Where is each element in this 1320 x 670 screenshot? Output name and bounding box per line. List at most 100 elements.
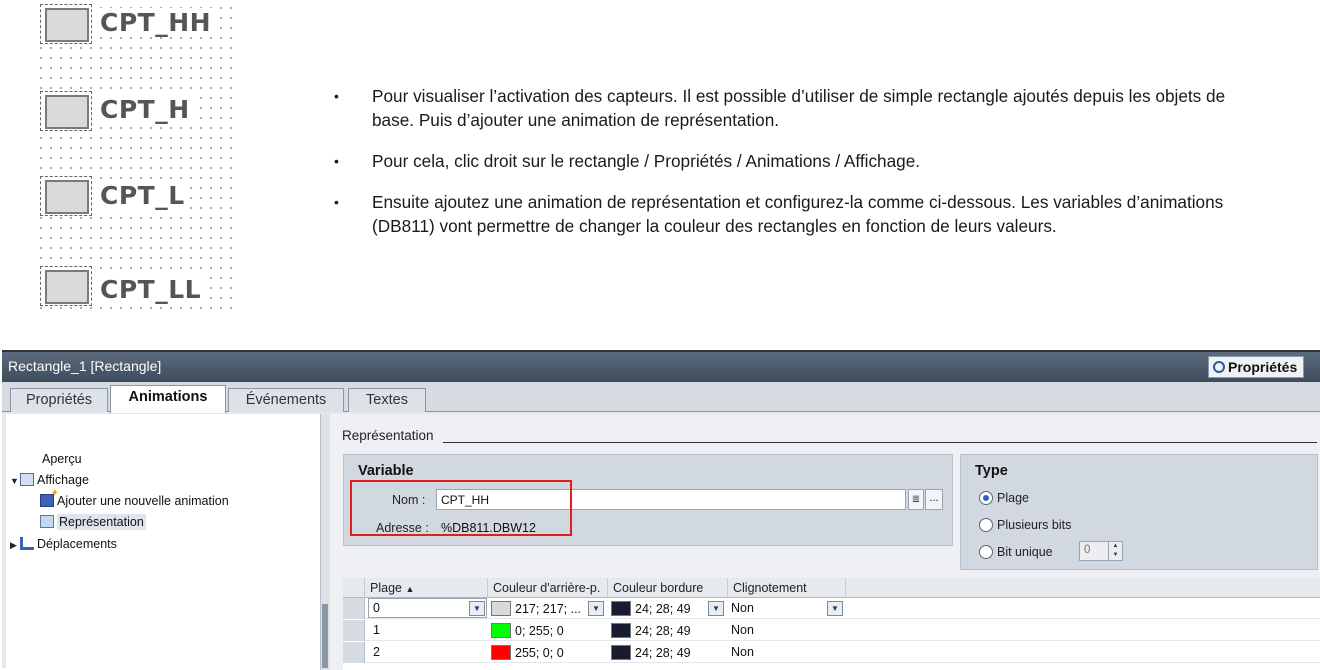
type-group: Type Plage Plusieurs bits Bit unique 0 ▲…: [960, 454, 1318, 570]
border-color-text: 24; 28; 49: [635, 624, 691, 638]
tree-item-representation[interactable]: Représentation: [40, 514, 146, 530]
highlight-frame: [350, 480, 572, 536]
sensor-rect-ll[interactable]: [40, 266, 92, 306]
header-gutter: [343, 578, 365, 598]
header-label: Plage: [370, 581, 402, 595]
display-icon: [20, 473, 34, 486]
panel-splitter[interactable]: [320, 414, 330, 670]
tree-label: Représentation: [57, 514, 146, 530]
instruction-text: Ensuite ajoutez une animation de représe…: [372, 192, 1224, 236]
stepper-arrows-icon[interactable]: ▲ ▼: [1108, 542, 1122, 560]
tree-label: Ajouter une nouvelle animation: [57, 494, 229, 508]
bg-color-text: 217; 217; ...: [515, 602, 582, 616]
cell-border-color: 24; 28; 49: [606, 598, 696, 619]
border-color-swatch: [611, 623, 631, 638]
border-color-text: 24; 28; 49: [635, 602, 691, 616]
bg-color-swatch: [491, 623, 511, 638]
header-border-color[interactable]: Couleur bordure: [608, 578, 728, 598]
section-divider: [443, 442, 1317, 443]
properties-button-label: Propriétés: [1228, 359, 1298, 375]
dropdown-arrow-icon[interactable]: ▼: [588, 601, 604, 616]
radio-icon: [979, 518, 993, 532]
tree-label: Aperçu: [42, 452, 82, 466]
border-color-swatch: [611, 601, 631, 616]
bullet-dot: •: [334, 194, 339, 210]
sensor-square: [45, 8, 89, 42]
radio-plusieurs-bits[interactable]: Plusieurs bits: [979, 518, 1071, 532]
cell-plage: 2: [373, 645, 380, 659]
tree-label: Affichage: [37, 473, 89, 487]
radio-bit-unique[interactable]: Bit unique: [979, 545, 1053, 559]
instruction-list: • Pour visualiser l’activation des capteu…: [330, 84, 1230, 255]
border-color-swatch: [611, 645, 631, 660]
tree-item-deplacements[interactable]: ▶ Déplacements: [10, 537, 117, 551]
tab-textes[interactable]: Textes: [348, 388, 426, 412]
expand-down-icon[interactable]: ▼: [10, 476, 20, 486]
dropdown-arrow-icon[interactable]: ▼: [708, 601, 724, 616]
cell-blink: Non: [731, 623, 754, 637]
sensor-square: [45, 180, 89, 214]
properties-panel: Rectangle_1 [Rectangle] Propriétés Propr…: [2, 350, 1320, 670]
panel-titlebar: Rectangle_1 [Rectangle] Propriétés: [2, 352, 1320, 382]
tab-proprietes[interactable]: Propriétés: [10, 388, 108, 412]
browse-variable-button[interactable]: ...: [925, 489, 943, 510]
row-gutter[interactable]: [343, 642, 365, 663]
header-blink[interactable]: Clignotement: [728, 578, 846, 598]
radio-label: Plage: [997, 491, 1029, 505]
cell-bg-color: 255; 0; 0: [486, 642, 569, 663]
border-color-text: 24; 28; 49: [635, 646, 691, 660]
dropdown-arrow-icon[interactable]: ▼: [469, 601, 485, 616]
sensor-label-ll: CPT_LL: [98, 275, 204, 304]
variable-title: Variable: [358, 463, 414, 479]
header-plage[interactable]: Plage ▲: [365, 578, 488, 598]
sensor-label-h: CPT_H: [98, 95, 192, 124]
tree-item-ajouter[interactable]: Ajouter une nouvelle animation: [40, 488, 229, 508]
table-row[interactable]: 0 ▼ 217; 217; ... ▼ 24; 28; 49 ▼ Non ▼: [343, 598, 1320, 619]
bit-number-value: 0: [1084, 544, 1091, 556]
sensor-rect-l[interactable]: [40, 176, 92, 216]
movement-icon: [20, 537, 34, 550]
tab-animations[interactable]: Animations: [110, 385, 226, 413]
row-gutter[interactable]: [343, 598, 365, 619]
sensor-square: [45, 95, 89, 129]
sensor-rect-h[interactable]: [40, 91, 92, 131]
bg-color-text: 255; 0; 0: [515, 646, 564, 660]
range-table: Plage ▲ Couleur d'arrière-p. Couleur bor…: [343, 578, 1320, 670]
cell-border-color: 24; 28; 49: [606, 620, 696, 641]
cell-plage: 1: [373, 623, 380, 637]
section-title: Représentation: [342, 428, 434, 443]
tab-strip: Propriétés Animations Événements Textes: [2, 382, 1320, 413]
tree-label: Déplacements: [37, 537, 117, 551]
bit-number-stepper[interactable]: 0 ▲ ▼: [1079, 541, 1123, 561]
expand-right-icon[interactable]: ▶: [10, 540, 20, 551]
instruction-item: • Ensuite ajoutez une animation de représ…: [330, 190, 1230, 238]
radio-icon: [979, 545, 993, 559]
instruction-item: • Pour cela, clic droit sur le rectangle …: [330, 149, 1230, 173]
tree-item-affichage[interactable]: ▼ Affichage: [10, 473, 89, 487]
table-row[interactable]: 2 255; 0; 0 24; 28; 49 Non: [343, 642, 1320, 663]
cell-bg-color: 217; 217; ...: [486, 598, 586, 619]
variable-list-icon[interactable]: ≣: [908, 489, 924, 510]
table-row[interactable]: 1 0; 255; 0 24; 28; 49 Non: [343, 620, 1320, 641]
header-bg-color[interactable]: Couleur d'arrière-p.: [488, 578, 608, 598]
representation-content: Représentation Variable Nom : CPT_HH ≣ .…: [330, 414, 1320, 670]
row-gutter[interactable]: [343, 620, 365, 641]
tab-evenements[interactable]: Événements: [228, 388, 344, 412]
cell-border-color: 24; 28; 49: [606, 642, 696, 663]
bg-color-text: 0; 255; 0: [515, 624, 564, 638]
cell-blink: Non: [731, 601, 754, 615]
radio-plage[interactable]: Plage: [979, 491, 1029, 505]
representation-icon: [40, 515, 54, 528]
radio-label: Plusieurs bits: [997, 518, 1072, 532]
tree-item-apercu[interactable]: Aperçu: [42, 452, 82, 466]
bullet-dot: •: [334, 153, 339, 169]
cell-bg-color: 0; 255; 0: [486, 620, 569, 641]
splitter-scrollbar[interactable]: [322, 604, 328, 668]
sensor-square: [45, 270, 89, 304]
bullet-dot: •: [334, 88, 339, 104]
table-header: Plage ▲ Couleur d'arrière-p. Couleur bor…: [343, 578, 1320, 598]
properties-button[interactable]: Propriétés: [1208, 356, 1304, 378]
sort-asc-icon: ▲: [405, 584, 415, 594]
sensor-rect-hh[interactable]: [40, 4, 92, 44]
dropdown-arrow-icon[interactable]: ▼: [827, 601, 843, 616]
